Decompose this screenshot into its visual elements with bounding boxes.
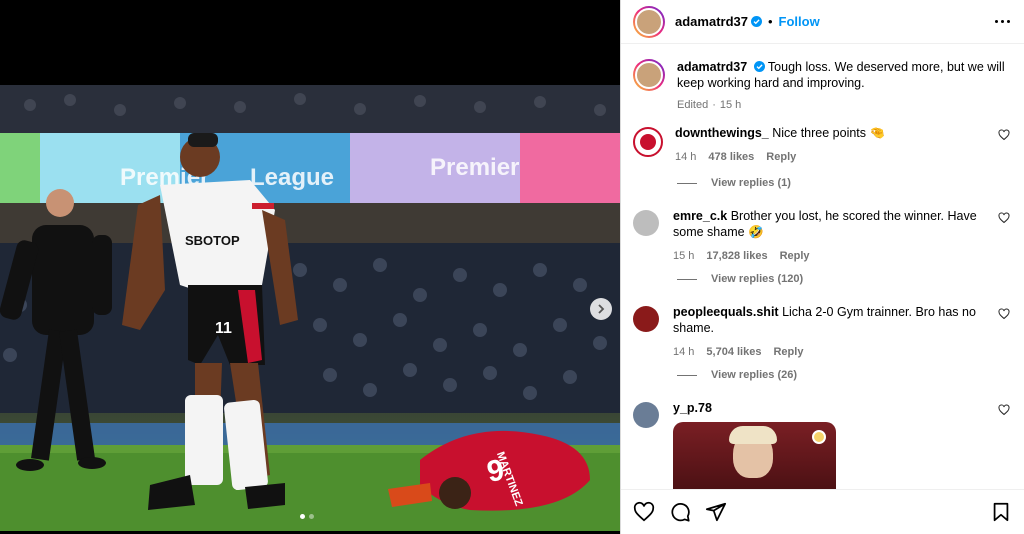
board-text-premier-2: Premier [430, 154, 519, 181]
board-text-league: League [250, 164, 334, 191]
football-match-image: Premier League Premier SBOTOP 11 9 MARTI… [0, 85, 620, 531]
post-side-panel: adamatrd37 • Follow adamatrd37 Tough los… [620, 0, 1024, 534]
comment-meta: 14 h 478 likes Reply [675, 149, 990, 165]
view-replies-label: View replies (120) [711, 273, 804, 285]
heart-icon[interactable] [633, 501, 655, 523]
comment-likes[interactable]: 5,704 likes [706, 344, 761, 360]
comment-time: 15 h [673, 250, 695, 262]
replies-line [677, 278, 697, 280]
comment-body: y_p.78 [673, 400, 990, 489]
caption-username[interactable]: adamatrd37 [677, 60, 747, 74]
carousel-dot [309, 514, 314, 519]
jersey-sponsor: SBOTOP [185, 233, 240, 248]
commenter-avatar[interactable] [633, 402, 659, 428]
verified-badge-icon [750, 16, 762, 27]
verified-badge-icon [753, 61, 765, 72]
caption-row: adamatrd37 Tough loss. We deserved more,… [621, 59, 1024, 113]
comment-body: downthewings_ Nice three points 🤏 14 h 4… [675, 125, 990, 165]
post-action-bar [621, 489, 1024, 534]
comment-media-thumbnail[interactable] [673, 422, 836, 489]
post-header: adamatrd37 • Follow [621, 0, 1024, 44]
caption-body: adamatrd37 Tough loss. We deserved more,… [677, 59, 1010, 113]
replies-line [677, 374, 697, 376]
view-replies-label: View replies (1) [711, 177, 791, 189]
edited-label: Edited [677, 99, 709, 111]
send-icon[interactable] [705, 501, 727, 523]
comment-meta: 14 h 5,704 likes Reply [673, 344, 990, 360]
follow-button[interactable]: Follow [779, 14, 820, 29]
carousel-next-button[interactable] [590, 298, 612, 320]
view-replies-button[interactable]: View replies (120) [677, 273, 803, 285]
comment-username[interactable]: y_p.78 [673, 401, 712, 415]
more-options-icon[interactable] [995, 20, 1010, 23]
caption-time: 15 h [719, 99, 742, 111]
view-replies-button[interactable]: View replies (26) [677, 369, 797, 381]
commenter-avatar[interactable] [633, 210, 659, 236]
comment-username[interactable]: emre_c.k [673, 209, 727, 223]
carousel-dot-active [300, 514, 305, 519]
comment-meta: 15 h 17,828 likes Reply [673, 248, 990, 264]
heart-icon[interactable] [998, 308, 1010, 320]
post-media: Premier League Premier SBOTOP 11 9 MARTI… [0, 0, 620, 534]
comment-body: emre_c.k Brother you lost, he scored the… [673, 208, 990, 264]
reply-button[interactable]: Reply [780, 248, 810, 264]
comment-row: peopleequals.shit Licha 2-0 Gym trainner… [621, 304, 1024, 360]
comment-time: 14 h [675, 151, 697, 163]
comment-time: 14 h [673, 346, 695, 358]
meta-dot: · [712, 99, 716, 111]
comment-icon[interactable] [669, 501, 691, 523]
replies-line [677, 182, 697, 184]
commenter-avatar[interactable] [633, 306, 659, 332]
comment-likes[interactable]: 478 likes [708, 149, 754, 165]
author-username[interactable]: adamatrd37 [675, 14, 748, 29]
author-avatar[interactable] [633, 5, 665, 38]
post-photo: Premier League Premier SBOTOP 11 9 MARTI… [0, 85, 620, 531]
comment-text: Nice three points 🤏 [772, 126, 886, 140]
comment-row: y_p.78 [621, 400, 1024, 489]
heart-icon[interactable] [998, 129, 1010, 141]
comment-likes[interactable]: 17,828 likes [706, 248, 767, 264]
instagram-post-view: Premier League Premier SBOTOP 11 9 MARTI… [0, 0, 1024, 534]
carousel-dots [300, 514, 314, 519]
commenter-avatar[interactable] [633, 127, 663, 157]
player-number: 11 [215, 320, 232, 337]
caption-meta: Edited · 15 h [677, 97, 1010, 113]
caption-avatar[interactable] [633, 59, 665, 91]
view-replies-button[interactable]: View replies (1) [677, 177, 791, 189]
comments-list[interactable]: adamatrd37 Tough loss. We deserved more,… [621, 45, 1024, 489]
header-separator: • [767, 14, 773, 29]
heart-icon[interactable] [998, 212, 1010, 224]
reply-button[interactable]: Reply [766, 149, 796, 165]
heart-icon[interactable] [998, 404, 1010, 416]
comment-username[interactable]: downthewings_ [675, 126, 769, 140]
comment-body: peopleequals.shit Licha 2-0 Gym trainner… [673, 304, 990, 360]
comment-username[interactable]: peopleequals.shit [673, 305, 779, 319]
comment-row: emre_c.k Brother you lost, he scored the… [621, 208, 1024, 264]
view-replies-label: View replies (26) [711, 369, 798, 381]
bookmark-icon[interactable] [990, 501, 1012, 523]
chevron-right-icon [598, 304, 605, 314]
reply-button[interactable]: Reply [773, 344, 803, 360]
comment-row: downthewings_ Nice three points 🤏 14 h 4… [621, 125, 1024, 165]
